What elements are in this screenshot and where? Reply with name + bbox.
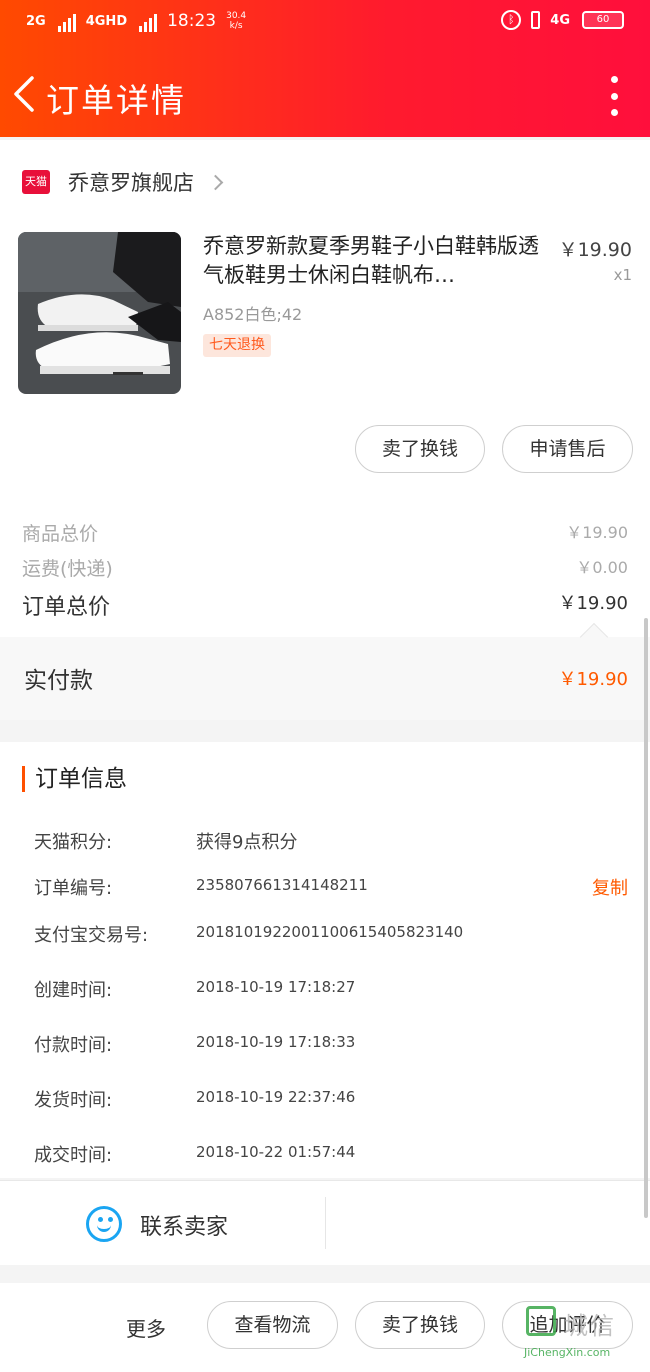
network-speed: 30.4 k/s: [226, 11, 247, 31]
info-label: 成交时间:: [34, 1145, 113, 1166]
order-total-label: 订单总价: [22, 595, 111, 620]
order-info-section: 订单信息 天猫积分: 获得9点积分 订单编号: 2358076613141482…: [0, 742, 650, 1178]
order-total-value: ￥19.90: [558, 593, 628, 614]
more-vertical-icon[interactable]: [608, 76, 620, 116]
network-label-4g: 4GHD: [85, 13, 128, 29]
view-logistics-button[interactable]: 查看物流: [207, 1301, 338, 1349]
info-row-created: 创建时间: 2018-10-19 17:18:27: [34, 976, 628, 1002]
info-row-shipped: 发货时间: 2018-10-19 22:37:46: [34, 1086, 628, 1112]
info-row-deal: 成交时间: 2018-10-22 01:57:44: [34, 1141, 628, 1167]
info-label: 天猫积分:: [34, 832, 113, 853]
return-policy-badge: 七天退换: [203, 334, 271, 357]
product-quantity: x1: [613, 266, 632, 284]
title-bar: 订单详情: [0, 64, 650, 124]
info-row-order-no: 订单编号: 235807661314148211 复制: [34, 874, 628, 900]
status-time: 18:23: [167, 11, 217, 31]
contact-seller-button[interactable]: 联系卖家: [140, 1209, 228, 1241]
chevron-right-icon: [207, 174, 224, 190]
watermark-url: JiChengXin.com: [524, 1346, 611, 1359]
battery-icon: 60: [582, 11, 624, 29]
product-sku: A852白色;42: [203, 305, 303, 324]
store-name: 乔意罗旗舰店: [68, 171, 194, 195]
product-card: 天猫 乔意罗旗舰店 乔意罗新款夏季男鞋子小白鞋韩版透气板鞋男士休闲白鞋帆布… ￥…: [0, 140, 650, 497]
info-label: 支付宝交易号:: [34, 925, 149, 946]
info-value: 2018-10-22 01:57:44: [196, 1143, 356, 1161]
store-link[interactable]: 天猫 乔意罗旗舰店: [22, 167, 224, 197]
scrollbar[interactable]: [644, 618, 648, 1218]
signal-icon: [57, 10, 76, 32]
tmall-badge-icon: 天猫: [22, 170, 50, 194]
network-label-4g-right: 4G: [550, 12, 570, 28]
product-price: ￥19.90: [558, 239, 632, 261]
goods-total-label: 商品总价: [22, 523, 99, 545]
more-button[interactable]: 更多: [126, 1313, 166, 1342]
goods-total-row: 商品总价 ￥19.90: [22, 519, 628, 546]
bluetooth-icon: ᛒ: [501, 10, 522, 30]
price-summary: 商品总价 ￥19.90 运费(快递) ￥0.00 订单总价 ￥19.90 实付款…: [0, 497, 650, 720]
info-label: 创建时间:: [34, 980, 113, 1001]
contact-seller-bar: 联系卖家: [0, 1180, 650, 1265]
info-row-points: 天猫积分: 获得9点积分: [34, 828, 628, 854]
product-thumbnail[interactable]: [18, 232, 181, 394]
info-row-paid: 付款时间: 2018-10-19 17:18:33: [34, 1031, 628, 1057]
back-arrow-icon[interactable]: [10, 74, 40, 114]
info-value: 2018101922001100615405823140: [196, 923, 464, 941]
copy-button[interactable]: 复制: [592, 874, 628, 900]
order-total-row: 订单总价 ￥19.90: [22, 589, 628, 621]
shipping-row: 运费(快递) ￥0.00: [22, 554, 628, 581]
info-value: 获得9点积分: [196, 832, 298, 853]
page-title: 订单详情: [46, 81, 186, 120]
info-row-alipay: 支付宝交易号: 2018101922001100615405823140: [34, 921, 628, 947]
product-name[interactable]: 乔意罗新款夏季男鞋子小白鞋韩版透气板鞋男士休闲白鞋帆布…: [203, 232, 543, 290]
after-sale-button[interactable]: 申请售后: [502, 425, 633, 473]
info-value: 235807661314148211: [196, 876, 368, 894]
resell-button[interactable]: 卖了换钱: [355, 425, 485, 473]
watermark-logo-icon: [526, 1306, 556, 1336]
info-label: 付款时间:: [34, 1035, 113, 1056]
app-header: 2G 4GHD 18:23 30.4 k/s ᛒ 4G 60 订单详情: [0, 0, 650, 137]
network-label-2g: 2G: [26, 13, 46, 29]
shipping-label: 运费(快递): [22, 558, 113, 580]
info-value: 2018-10-19 17:18:27: [196, 978, 356, 996]
info-value: 2018-10-19 22:37:46: [196, 1088, 356, 1106]
actual-payment-box: 实付款 ￥19.90: [0, 637, 650, 720]
chat-smile-icon[interactable]: [86, 1206, 122, 1242]
info-label: 发货时间:: [34, 1090, 113, 1111]
signal-icon: [139, 10, 158, 32]
watermark: 城信 JiChengXin.com: [520, 1300, 640, 1368]
shipping-value: ￥0.00: [576, 558, 628, 577]
info-label: 订单编号:: [34, 878, 113, 899]
status-bar: 2G 4GHD 18:23 30.4 k/s ᛒ 4G 60: [26, 10, 624, 42]
section-title: 订单信息: [22, 766, 127, 792]
goods-total-value: ￥19.90: [566, 523, 628, 542]
resell-bottom-button[interactable]: 卖了换钱: [355, 1301, 485, 1349]
info-value: 2018-10-19 17:18:33: [196, 1033, 356, 1051]
vibrate-icon: [531, 11, 541, 29]
divider: [325, 1197, 326, 1249]
actual-payment-label: 实付款: [24, 668, 93, 694]
watermark-text: 城信: [564, 1312, 616, 1340]
actual-payment-value: ￥19.90: [558, 669, 628, 690]
